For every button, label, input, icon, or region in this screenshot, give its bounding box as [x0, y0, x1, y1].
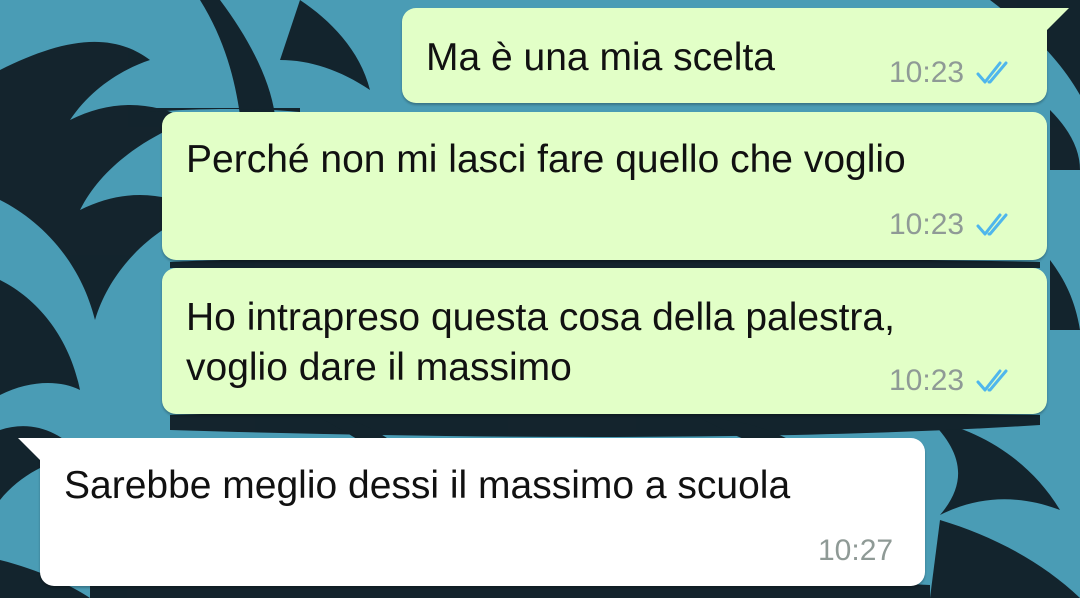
- message-bubble-outgoing-1[interactable]: Ma è una mia scelta 10:23: [402, 8, 1069, 103]
- bubble-tail: [18, 438, 42, 462]
- message-meta: 10:23: [889, 56, 1016, 90]
- message-text-line-1: Ho intrapreso questa cosa della palestra…: [186, 296, 895, 339]
- message-meta: 10:27: [818, 534, 893, 568]
- message-time: 10:27: [818, 534, 894, 567]
- message-meta: 10:23: [889, 364, 1016, 398]
- message-time: 10:23: [889, 208, 965, 241]
- message-text-line-2: voglio dare il massimo: [186, 346, 572, 389]
- bubble-tail: [1045, 8, 1069, 32]
- message-bubble-outgoing-2[interactable]: Perché non mi lasci fare quello che vogl…: [162, 112, 1047, 260]
- message-text: Sarebbe meglio dessi il massimo a scuola: [64, 464, 791, 507]
- message-meta: 10:23: [889, 208, 1016, 242]
- message-time: 10:23: [889, 364, 965, 397]
- read-double-check-icon: [976, 212, 1016, 238]
- message-time: 10:23: [889, 56, 965, 89]
- read-double-check-icon: [976, 368, 1016, 394]
- message-text: Ma è una mia scelta: [426, 36, 776, 79]
- message-bubble-incoming-1[interactable]: Sarebbe meglio dessi il massimo a scuola…: [18, 438, 925, 586]
- read-double-check-icon: [976, 60, 1016, 86]
- message-text: Perché non mi lasci fare quello che vogl…: [186, 138, 906, 181]
- message-bubble-outgoing-3[interactable]: Ho intrapreso questa cosa della palestra…: [162, 268, 1047, 414]
